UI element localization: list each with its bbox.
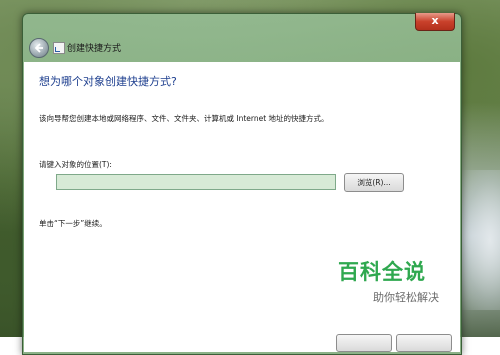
back-arrow-icon [34,43,43,53]
close-button[interactable]: x [415,13,455,31]
wizard-description: 该向导帮您创建本地或网络程序、文件、文件夹、计算机或 Internet 地址的快… [39,114,329,123]
location-input[interactable] [56,174,336,190]
location-label: 请键入对象的位置(T): [39,160,112,169]
window-title: 创建快捷方式 [67,44,122,54]
browse-button[interactable]: 浏览(R)... [344,173,404,192]
shortcut-app-icon [53,42,65,54]
close-icon: x [431,14,439,27]
title-bar: 创建快捷方式 [23,34,461,62]
back-button[interactable] [29,38,49,58]
watermark-subtitle: 助你轻松解决 [373,291,439,304]
next-hint: 单击“下一步”继续。 [39,219,107,228]
wizard-heading: 想为哪个对象创建快捷方式? [39,75,177,88]
watermark-title: 百科全说 [338,260,426,284]
watermark-logo: 百科全说 助你轻松解决 [334,252,459,314]
